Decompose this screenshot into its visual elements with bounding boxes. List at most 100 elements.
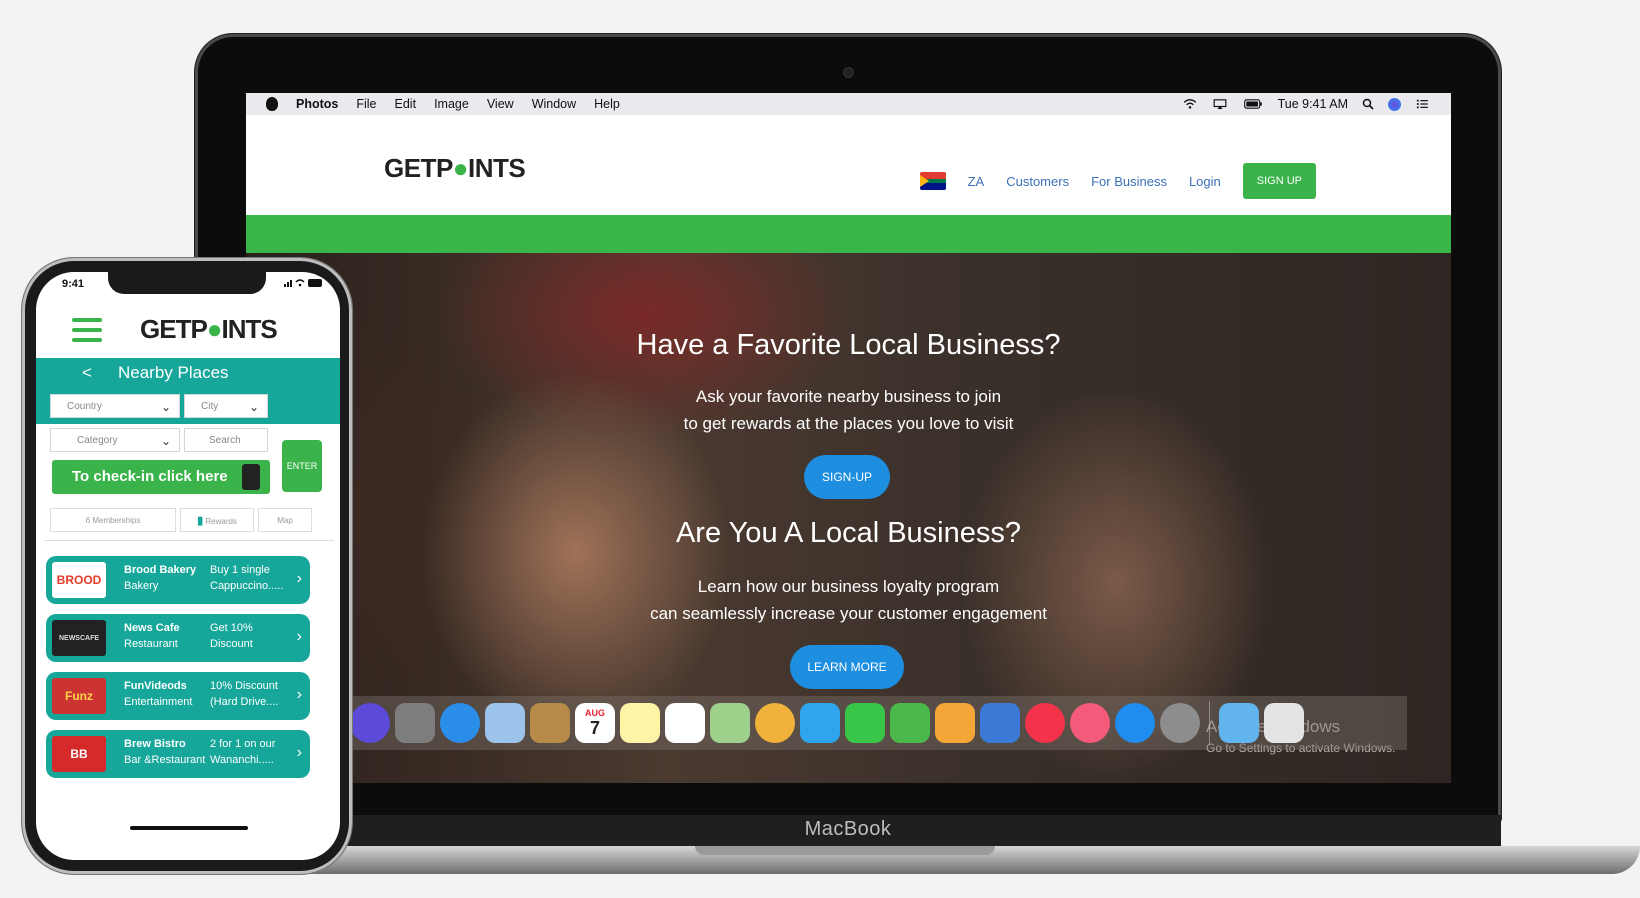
phone-getpoints-logo: GETP●INTS bbox=[140, 314, 278, 345]
menu-help[interactable]: Help bbox=[594, 97, 620, 111]
place-thumbnail: BB bbox=[52, 736, 106, 772]
nav-country[interactable]: ZA bbox=[968, 174, 985, 189]
chevron-right-icon: › bbox=[296, 686, 302, 703]
tab-map[interactable]: Map bbox=[258, 508, 312, 532]
signal-wifi-battery-icon bbox=[284, 279, 322, 287]
getpoints-logo[interactable]: GETP●INTS bbox=[384, 153, 526, 184]
siri-icon[interactable] bbox=[350, 703, 390, 743]
checkin-button[interactable]: To check-in click here bbox=[52, 460, 270, 494]
chevron-down-icon: ⌄ bbox=[160, 434, 171, 448]
reminders-icon[interactable] bbox=[665, 703, 705, 743]
menubar-clock[interactable]: Tue 9:41 AM bbox=[1278, 97, 1348, 111]
place-offer-line2: Wananchi..... bbox=[210, 754, 274, 766]
enter-button[interactable]: ENTER bbox=[282, 440, 322, 492]
place-category: Entertainment bbox=[124, 696, 193, 708]
nearby-places-title: Nearby Places bbox=[118, 363, 229, 382]
music-icon[interactable] bbox=[1070, 703, 1110, 743]
maps-icon[interactable] bbox=[710, 703, 750, 743]
city-select[interactable]: City ⌄ bbox=[184, 394, 268, 418]
place-category: Restaurant bbox=[124, 638, 178, 650]
phone-status-icons bbox=[284, 278, 324, 290]
dock-separator bbox=[1209, 701, 1210, 745]
tab-rewards-label: Rewards bbox=[205, 517, 237, 526]
messages-icon[interactable] bbox=[800, 703, 840, 743]
contacts-icon[interactable] bbox=[530, 703, 570, 743]
hero-signup-button[interactable]: SIGN-UP bbox=[804, 455, 890, 499]
menu-edit[interactable]: Edit bbox=[395, 97, 417, 111]
menu-app-name[interactable]: Photos bbox=[296, 97, 338, 111]
hero-text-business: Learn how our business loyalty program ca… bbox=[246, 573, 1451, 627]
downloads-folder-icon[interactable] bbox=[1219, 703, 1259, 743]
airplay-icon[interactable] bbox=[1212, 99, 1228, 109]
tab-rewards[interactable]: ▮ Rewards bbox=[180, 508, 254, 532]
mail-icon[interactable] bbox=[485, 703, 525, 743]
safari-icon[interactable] bbox=[440, 703, 480, 743]
nearby-places-bar: < Nearby Places bbox=[36, 358, 340, 388]
place-offer-line1: Buy 1 single bbox=[210, 564, 270, 576]
hero-text-customers-line1: Ask your favorite nearby business to joi… bbox=[695, 387, 1002, 406]
site-nav: ZA Customers For Business Login SIGN UP bbox=[919, 163, 1316, 199]
phone-logo-pin-icon: ● bbox=[206, 314, 223, 344]
menu-file[interactable]: File bbox=[356, 97, 376, 111]
nav-login[interactable]: Login bbox=[1189, 174, 1221, 189]
menu-window[interactable]: Window bbox=[532, 97, 576, 111]
hero-heading-business: Are You A Local Business? bbox=[675, 517, 1022, 549]
divider bbox=[44, 540, 334, 541]
place-offer-line2: Discount bbox=[210, 638, 253, 650]
wifi-icon[interactable] bbox=[1182, 99, 1198, 109]
phone-tabs: 6 Memberships ▮ Rewards Map bbox=[50, 508, 312, 532]
launchpad-icon[interactable] bbox=[395, 703, 435, 743]
keynote-icon[interactable] bbox=[980, 703, 1020, 743]
site-header: GETP●INTS ZA Customers For Business Logi… bbox=[246, 115, 1451, 215]
nav-customers[interactable]: Customers bbox=[1006, 174, 1069, 189]
place-card[interactable]: Funz FunVideods Entertainment 10% Discount (… bbox=[46, 672, 310, 720]
notes-icon[interactable] bbox=[620, 703, 660, 743]
macbook-base-notch bbox=[695, 846, 995, 855]
phone-status-time: 9:41 bbox=[62, 278, 85, 290]
country-select[interactable]: Country ⌄ bbox=[50, 394, 180, 418]
tab-memberships[interactable]: 6 Memberships bbox=[50, 508, 176, 532]
category-select[interactable]: Category ⌄ bbox=[50, 428, 180, 452]
iphone-notch bbox=[108, 272, 266, 294]
phone-logo-text-end: INTS bbox=[221, 314, 278, 344]
phone-logo-text-start: GETP bbox=[140, 314, 208, 344]
search-input[interactable]: Search bbox=[184, 428, 268, 452]
place-card[interactable]: BROOD Brood Bakery Bakery Buy 1 single Cappu… bbox=[46, 556, 310, 604]
signup-button[interactable]: SIGN UP bbox=[1242, 163, 1316, 199]
pages-icon[interactable] bbox=[935, 703, 975, 743]
logo-text-start: GETP bbox=[384, 153, 453, 183]
nav-for-business[interactable]: For Business bbox=[1091, 174, 1167, 189]
hero-text-customers: Ask your favorite nearby business to joi… bbox=[246, 383, 1451, 437]
news-icon[interactable] bbox=[1025, 703, 1065, 743]
system-preferences-icon[interactable] bbox=[1160, 703, 1200, 743]
photos-icon[interactable] bbox=[755, 703, 795, 743]
place-offer-line1: 10% Discount bbox=[210, 680, 278, 692]
siri-menubar-icon[interactable] bbox=[1388, 97, 1401, 111]
numbers-icon[interactable] bbox=[890, 703, 930, 743]
menu-image[interactable]: Image bbox=[434, 97, 469, 111]
place-thumbnail: BROOD bbox=[52, 562, 106, 598]
calendar-icon[interactable]: AUG 7 bbox=[575, 703, 615, 743]
place-category: Bar &Restaurant bbox=[124, 754, 206, 766]
place-offer-line1: 2 for 1 on our bbox=[210, 738, 276, 750]
place-card[interactable]: NEWSCAFE News Cafe Restaurant Get 10% Discou… bbox=[46, 614, 310, 662]
hero-learn-more-button[interactable]: LEARN MORE bbox=[790, 645, 904, 689]
place-card[interactable]: BB Brew Bistro Bar &Restaurant 2 for 1 on o… bbox=[46, 730, 310, 778]
home-indicator[interactable] bbox=[130, 826, 248, 830]
app-store-icon[interactable] bbox=[1115, 703, 1155, 743]
spotlight-search-icon[interactable] bbox=[1362, 98, 1374, 110]
battery-icon[interactable] bbox=[1242, 99, 1264, 109]
menu-view[interactable]: View bbox=[487, 97, 514, 111]
south-africa-flag-icon[interactable] bbox=[919, 172, 946, 190]
apple-icon[interactable] bbox=[266, 97, 278, 111]
place-offer-line2: (Hard Drive.... bbox=[210, 696, 279, 708]
hero-text-customers-line2: to get rewards at the places you love to… bbox=[683, 414, 1014, 433]
place-name: Brood Bakery bbox=[124, 564, 197, 576]
facetime-icon[interactable] bbox=[845, 703, 885, 743]
back-chevron-icon[interactable]: < bbox=[82, 358, 92, 388]
macbook-label: MacBook bbox=[804, 818, 892, 840]
notification-center-icon[interactable] bbox=[1415, 99, 1429, 109]
trash-icon[interactable] bbox=[1264, 703, 1304, 743]
qr-phone-icon bbox=[242, 464, 260, 490]
hamburger-menu-icon[interactable] bbox=[72, 318, 102, 342]
